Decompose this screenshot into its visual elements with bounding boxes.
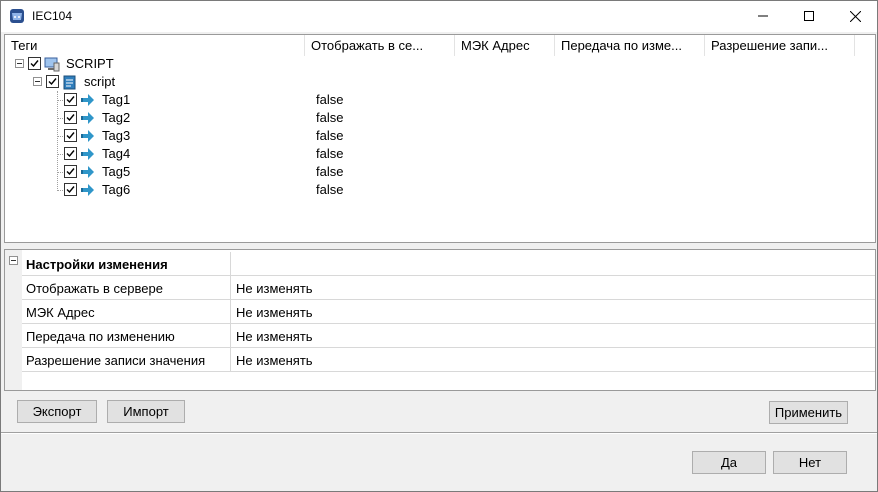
property-row-write-permission[interactable]: Разрешение записи значения Не изменять: [22, 348, 875, 372]
tag-checkbox[interactable]: [64, 129, 77, 142]
column-header-write-permission[interactable]: Разрешение запи...: [705, 35, 855, 56]
tree-row-tag[interactable]: Tag3 false: [5, 127, 875, 145]
script-icon: [63, 75, 76, 90]
property-grid[interactable]: Настройки изменения Отображать в сервере…: [4, 249, 876, 391]
tag-arrow-icon: [81, 148, 94, 160]
tree-row-tag[interactable]: Tag1 false: [5, 91, 875, 109]
tag-show-in-server-value: false: [316, 146, 344, 161]
checkmark-icon: [66, 114, 75, 122]
column-header-transfer-on-change[interactable]: Передача по изме...: [555, 35, 705, 56]
tree-column-header: Теги Отображать в се... МЭК Адрес Переда…: [5, 35, 875, 56]
tag-show-in-server-value: false: [316, 164, 344, 179]
property-category-label: Настройки изменения: [26, 257, 168, 272]
maximize-button[interactable]: [786, 1, 832, 31]
column-header-iec-address[interactable]: МЭК Адрес: [455, 35, 555, 56]
checkmark-icon: [66, 168, 75, 176]
tree-row-tag[interactable]: Tag4 false: [5, 145, 875, 163]
ok-button[interactable]: Да: [692, 451, 766, 474]
property-row-iec-address[interactable]: МЭК Адрес Не изменять: [22, 300, 875, 324]
script-node-label: script: [84, 74, 116, 89]
apply-button[interactable]: Применить: [769, 401, 848, 424]
property-divider: [230, 348, 231, 372]
property-value[interactable]: Не изменять: [236, 329, 313, 344]
minimize-icon: [758, 15, 768, 17]
property-row-show-in-server[interactable]: Отображать в сервере Не изменять: [22, 276, 875, 300]
property-name: МЭК Адрес: [26, 305, 95, 320]
root-node-label: SCRIPT: [66, 56, 114, 71]
tag-arrow-icon: [81, 130, 94, 142]
property-row-transfer-on-change[interactable]: Передача по изменению Не изменять: [22, 324, 875, 348]
tag-label: Tag3: [102, 128, 131, 143]
footer-divider: [1, 432, 877, 434]
minimize-button[interactable]: [740, 1, 786, 31]
tag-checkbox[interactable]: [64, 147, 77, 160]
checkmark-icon: [66, 150, 75, 158]
dialog-window: IEC104 Теги Отображать в се... МЭК Адрес…: [0, 0, 878, 492]
tag-show-in-server-value: false: [316, 182, 344, 197]
property-value[interactable]: Не изменять: [236, 305, 313, 320]
checkmark-icon: [66, 186, 75, 194]
tag-show-in-server-value: false: [316, 128, 344, 143]
cancel-button[interactable]: Нет: [773, 451, 847, 474]
export-button[interactable]: Экспорт: [17, 400, 97, 423]
tag-show-in-server-value: false: [316, 92, 344, 107]
tag-arrow-icon: [81, 184, 94, 196]
checkmark-icon: [66, 96, 75, 104]
property-divider: [230, 324, 231, 348]
tag-label: Tag4: [102, 146, 131, 161]
app-icon: [10, 9, 24, 23]
collapse-toggle[interactable]: [15, 59, 24, 68]
title-bar: IEC104: [1, 1, 877, 32]
collapse-toggle[interactable]: [33, 77, 42, 86]
computer-icon: [44, 57, 60, 72]
property-category-row[interactable]: Настройки изменения: [22, 252, 875, 276]
property-grid-gutter: [5, 250, 22, 390]
column-header-tags[interactable]: Теги: [5, 35, 305, 56]
tree-row-tag[interactable]: Tag5 false: [5, 163, 875, 181]
root-checkbox[interactable]: [28, 57, 41, 70]
close-button[interactable]: [832, 1, 878, 31]
property-value[interactable]: Не изменять: [236, 353, 313, 368]
maximize-icon: [804, 11, 814, 21]
tag-label: Tag1: [102, 92, 131, 107]
property-divider: [230, 276, 231, 300]
tag-show-in-server-value: false: [316, 110, 344, 125]
property-divider: [230, 252, 231, 276]
close-icon: [849, 10, 861, 22]
tag-arrow-icon: [81, 166, 94, 178]
tree-row-tag[interactable]: Tag6 false: [5, 181, 875, 199]
property-name: Отображать в сервере: [26, 281, 163, 296]
tag-arrow-icon: [81, 94, 94, 106]
checkmark-icon: [30, 60, 39, 68]
column-header-show-in-server[interactable]: Отображать в се...: [305, 35, 455, 56]
tag-checkbox[interactable]: [64, 183, 77, 196]
tree-row-tag[interactable]: Tag2 false: [5, 109, 875, 127]
tag-label: Tag2: [102, 110, 131, 125]
window-title: IEC104: [32, 9, 73, 23]
tree-row-script[interactable]: script: [5, 73, 875, 91]
tag-label: Tag5: [102, 164, 131, 179]
category-collapse-toggle[interactable]: [9, 256, 18, 265]
checkmark-icon: [48, 78, 57, 86]
import-button[interactable]: Импорт: [107, 400, 185, 423]
tag-arrow-icon: [81, 112, 94, 124]
property-divider: [230, 300, 231, 324]
script-checkbox[interactable]: [46, 75, 59, 88]
tag-label: Tag6: [102, 182, 131, 197]
property-name: Передача по изменению: [26, 329, 175, 344]
property-name: Разрешение записи значения: [26, 353, 206, 368]
checkmark-icon: [66, 132, 75, 140]
tag-checkbox[interactable]: [64, 165, 77, 178]
tags-tree-list[interactable]: Теги Отображать в се... МЭК Адрес Переда…: [4, 34, 876, 243]
property-value[interactable]: Не изменять: [236, 281, 313, 296]
tree-row-root[interactable]: SCRIPT: [5, 55, 875, 73]
tag-checkbox[interactable]: [64, 93, 77, 106]
tag-checkbox[interactable]: [64, 111, 77, 124]
